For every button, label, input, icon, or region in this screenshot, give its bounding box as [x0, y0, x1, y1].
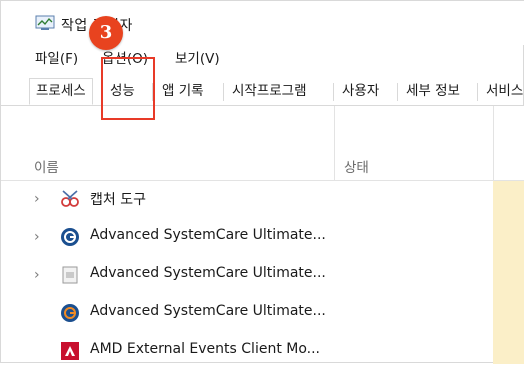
tab-divider	[223, 83, 224, 101]
expand-chevron-icon[interactable]: ›	[34, 191, 40, 207]
menu-file[interactable]: 파일(F)	[35, 48, 78, 70]
task-manager-window: 작업 관리자 파일(F) 옵션(O) 보기(V) 프로세스 성능 앱 기록 시작…	[0, 0, 524, 364]
tab-users[interactable]: 사용자	[336, 79, 385, 104]
menu-view[interactable]: 보기(V)	[175, 48, 220, 70]
task-manager-icon	[35, 15, 55, 30]
tab-details[interactable]: 세부 정보	[400, 79, 466, 104]
process-row[interactable]: › 캡처 도구	[1, 181, 524, 217]
tab-divider	[477, 83, 478, 101]
tab-startup[interactable]: 시작프로그램	[226, 79, 313, 104]
generic-app-icon	[62, 266, 78, 284]
column-header: 이름 상태	[1, 106, 524, 181]
process-row[interactable]: Advanced SystemCare Ultimate...	[1, 295, 524, 331]
process-name: Advanced SystemCare Ultimate...	[90, 303, 326, 319]
column-divider[interactable]	[334, 106, 335, 180]
column-divider[interactable]	[493, 106, 494, 180]
process-name: 캡처 도구	[90, 192, 146, 208]
process-name: Advanced SystemCare Ultimate...	[90, 227, 326, 243]
snipping-tool-icon	[61, 190, 79, 207]
tab-processes[interactable]: 프로세스	[29, 78, 93, 105]
advanced-systemcare-icon	[61, 228, 79, 246]
menu-bar: 파일(F) 옵션(O) 보기(V)	[1, 48, 524, 70]
column-name-header[interactable]: 이름	[34, 156, 59, 176]
tab-services[interactable]: 서비스	[480, 79, 524, 104]
annotation-highlight-box	[101, 57, 155, 120]
process-row[interactable]: AMD External Events Client Mo...	[1, 333, 524, 369]
title-bar: 작업 관리자	[1, 1, 524, 45]
amd-icon	[61, 342, 79, 360]
process-row[interactable]: › Advanced SystemCare Ultimate...	[1, 219, 524, 255]
tab-app-history[interactable]: 앱 기록	[156, 79, 210, 104]
process-row[interactable]: › Advanced SystemCare Ultimate...	[1, 257, 524, 293]
expand-chevron-icon[interactable]: ›	[34, 229, 40, 245]
tab-divider	[333, 83, 334, 101]
column-status-header[interactable]: 상태	[344, 156, 369, 176]
expand-chevron-icon[interactable]: ›	[34, 267, 40, 283]
step-badge: 3	[89, 16, 123, 50]
process-name: Advanced SystemCare Ultimate...	[90, 265, 326, 281]
tab-divider	[397, 83, 398, 101]
tab-bar: 프로세스 성능 앱 기록 시작프로그램 사용자 세부 정보 서비스	[1, 77, 524, 106]
advanced-systemcare-icon	[61, 304, 79, 322]
process-name: AMD External Events Client Mo...	[90, 341, 321, 357]
